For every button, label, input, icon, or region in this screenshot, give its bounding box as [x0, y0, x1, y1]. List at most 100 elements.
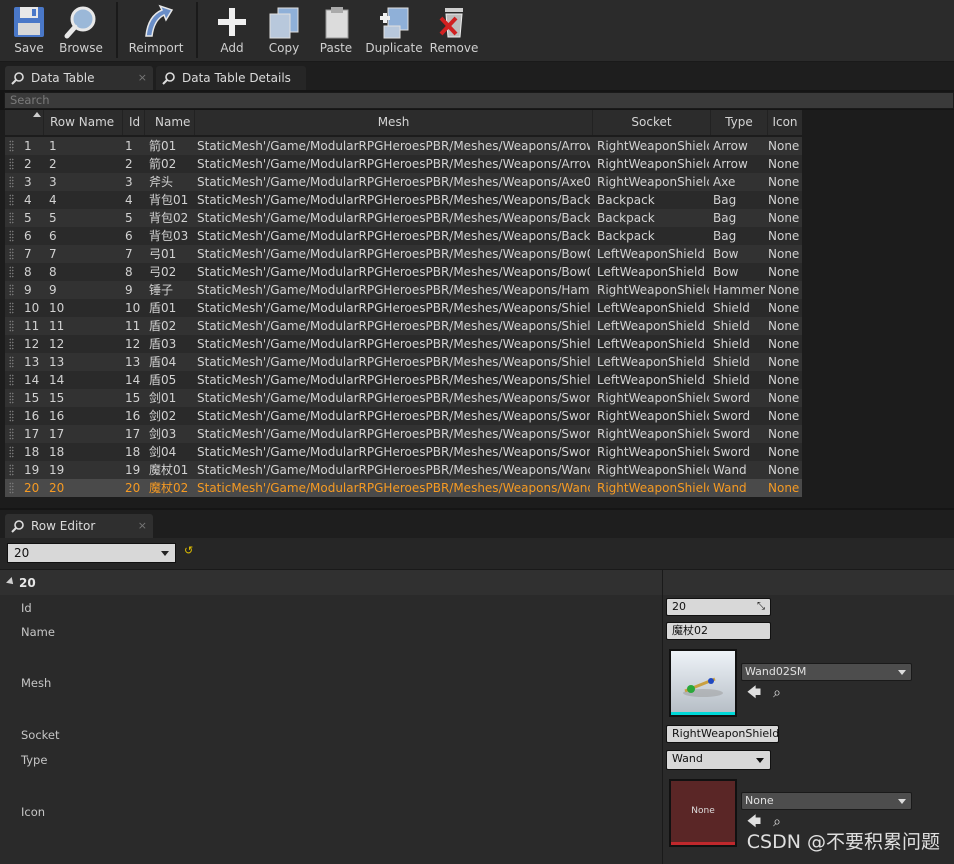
remove-label: Remove	[429, 41, 479, 55]
remove-button[interactable]: Remove	[428, 0, 480, 60]
search-input[interactable]: Search	[4, 92, 954, 109]
drag-handle-icon[interactable]	[9, 230, 14, 242]
table-row[interactable]: 14 14 14 盾05 StaticMesh'/Game/ModularRPGHero…	[5, 371, 802, 389]
drag-handle-icon[interactable]	[9, 320, 14, 332]
drag-handle-icon[interactable]	[9, 194, 14, 206]
browse-button[interactable]: Browse	[56, 0, 106, 60]
tab-data-table-details[interactable]: Data Table Details	[156, 66, 306, 90]
column-header-mesh[interactable]: Mesh	[194, 110, 592, 135]
cell-index: 11	[24, 319, 40, 333]
column-header-type[interactable]: Type	[710, 110, 767, 135]
toolbar-separator	[116, 2, 118, 58]
drag-handle-icon[interactable]	[9, 482, 14, 494]
icon-thumbnail[interactable]: None	[669, 779, 737, 847]
table-row[interactable]: 17 17 17 剑03 StaticMesh'/Game/ModularRPGHero…	[5, 425, 802, 443]
table-row[interactable]: 11 11 11 盾02 StaticMesh'/Game/ModularRPGHero…	[5, 317, 802, 335]
browse-asset-search-icon[interactable]: ⌕	[769, 685, 785, 701]
magnifier-icon	[162, 72, 175, 85]
sort-ascending-icon[interactable]	[33, 112, 41, 117]
drag-handle-icon[interactable]	[9, 302, 14, 314]
column-header-id[interactable]: Id	[122, 110, 144, 135]
mesh-thumbnail[interactable]	[669, 649, 737, 717]
reimport-label: Reimport	[128, 41, 184, 55]
table-row[interactable]: 12 12 12 盾03 StaticMesh'/Game/ModularRPGHero…	[5, 335, 802, 353]
row-select-dropdown[interactable]: 20	[7, 543, 176, 563]
id-field[interactable]: 20 ⤡	[666, 598, 771, 616]
close-icon[interactable]: ×	[138, 514, 147, 538]
resize-arrows-icon[interactable]: ⤡	[757, 599, 765, 615]
table-row[interactable]: 1 1 1 箭01 StaticMesh'/Game/ModularRPGHeroesP…	[5, 137, 802, 155]
drag-handle-icon[interactable]	[9, 338, 14, 350]
column-header-name[interactable]: Name	[144, 110, 194, 135]
cell-row-name: 14	[49, 373, 65, 387]
table-row[interactable]: 18 18 18 剑04 StaticMesh'/Game/ModularRPGHero…	[5, 443, 802, 461]
tab-data-table[interactable]: Data Table ×	[5, 66, 153, 90]
icon-asset-dropdown[interactable]: None	[741, 792, 912, 810]
table-row[interactable]: 9 9 9 锤子 StaticMesh'/Game/ModularRPGHeroesPB…	[5, 281, 802, 299]
table-row[interactable]: 20 20 20 魔杖02 StaticMesh'/Game/ModularRPGHer…	[5, 479, 802, 497]
close-icon[interactable]: ×	[138, 66, 147, 90]
drag-handle-icon[interactable]	[9, 392, 14, 404]
table-row[interactable]: 7 7 7 弓01 StaticMesh'/Game/ModularRPGHeroesP…	[5, 245, 802, 263]
drag-handle-icon[interactable]	[9, 140, 14, 152]
drag-handle-icon[interactable]	[9, 212, 14, 224]
tab-row-editor[interactable]: Row Editor ×	[5, 514, 153, 538]
category-header[interactable]: 20	[0, 569, 954, 595]
duplicate-button[interactable]: Duplicate	[364, 0, 424, 60]
cell-type: Sword	[713, 409, 751, 423]
cell-row-name: 18	[49, 445, 65, 459]
table-row[interactable]: 3 3 3 斧头 StaticMesh'/Game/ModularRPGHeroesPB…	[5, 173, 802, 191]
table-row[interactable]: 2 2 2 箭02 StaticMesh'/Game/ModularRPGHeroesP…	[5, 155, 802, 173]
drag-handle-icon[interactable]	[9, 428, 14, 440]
drag-handle-icon[interactable]	[9, 176, 14, 188]
table-row[interactable]: 8 8 8 弓02 StaticMesh'/Game/ModularRPGHeroesP…	[5, 263, 802, 281]
category-title: 20	[19, 576, 36, 590]
tab-row-editor-label: Row Editor	[31, 519, 96, 533]
table-row[interactable]: 15 15 15 剑01 StaticMesh'/Game/ModularRPGHero…	[5, 389, 802, 407]
cell-icon: None	[768, 427, 800, 441]
expand-arrow-icon[interactable]	[6, 577, 16, 587]
cell-index: 18	[24, 445, 40, 459]
drag-handle-icon[interactable]	[9, 266, 14, 278]
drag-handle-icon[interactable]	[9, 284, 14, 296]
cell-type: Axe	[713, 175, 736, 189]
cell-mesh: StaticMesh'/Game/ModularRPGHeroesPBR/Mes…	[197, 229, 590, 243]
table-row[interactable]: 19 19 19 魔杖01 StaticMesh'/Game/ModularRPGHer…	[5, 461, 802, 479]
drag-handle-icon[interactable]	[9, 356, 14, 368]
drag-handle-icon[interactable]	[9, 446, 14, 458]
table-row[interactable]: 16 16 16 剑02 StaticMesh'/Game/ModularRPGHero…	[5, 407, 802, 425]
column-header-row-name[interactable]: Row Name	[43, 110, 122, 135]
table-row[interactable]: 6 6 6 背包03 StaticMesh'/Game/ModularRPGHeroes…	[5, 227, 802, 245]
table-row[interactable]: 4 4 4 背包01 StaticMesh'/Game/ModularRPGHeroes…	[5, 191, 802, 209]
drag-handle-icon[interactable]	[9, 158, 14, 170]
add-button[interactable]: Add	[208, 0, 256, 60]
property-label-id: Id	[21, 601, 32, 615]
paste-button[interactable]: Paste	[312, 0, 360, 60]
cell-name: 背包03	[149, 229, 189, 243]
drag-handle-icon[interactable]	[9, 410, 14, 422]
drag-handle-icon[interactable]	[9, 248, 14, 260]
mesh-asset-dropdown[interactable]: Wand02SM	[741, 663, 912, 681]
save-button[interactable]: Save	[2, 0, 56, 60]
column-header-icon[interactable]: Icon	[767, 110, 802, 135]
table-row[interactable]: 5 5 5 背包02 StaticMesh'/Game/ModularRPGHeroes…	[5, 209, 802, 227]
drag-handle-icon[interactable]	[9, 374, 14, 386]
property-divider[interactable]	[662, 569, 663, 864]
cell-index: 9	[24, 283, 32, 297]
column-header-socket[interactable]: Socket	[592, 110, 710, 135]
cell-icon: None	[768, 355, 800, 369]
copy-button[interactable]: Copy	[260, 0, 308, 60]
reimport-button[interactable]: Reimport	[126, 0, 186, 60]
cell-type: Shield	[713, 319, 750, 333]
type-dropdown[interactable]: Wand	[666, 750, 771, 770]
socket-field[interactable]: RightWeaponShield	[666, 725, 779, 743]
cell-mesh: StaticMesh'/Game/ModularRPGHeroesPBR/Mes…	[197, 391, 590, 405]
name-field[interactable]: 魔杖02	[666, 622, 771, 640]
table-row[interactable]: 10 10 10 盾01 StaticMesh'/Game/ModularRPGHero…	[5, 299, 802, 317]
table-row[interactable]: 13 13 13 盾04 StaticMesh'/Game/ModularRPGHero…	[5, 353, 802, 371]
use-selected-arrow-icon[interactable]: 🡄	[746, 685, 762, 701]
reset-to-default-icon[interactable]: ↺	[184, 545, 194, 556]
cell-name: 剑02	[149, 409, 177, 423]
drag-handle-icon[interactable]	[9, 464, 14, 476]
cell-row-name: 19	[49, 463, 65, 477]
